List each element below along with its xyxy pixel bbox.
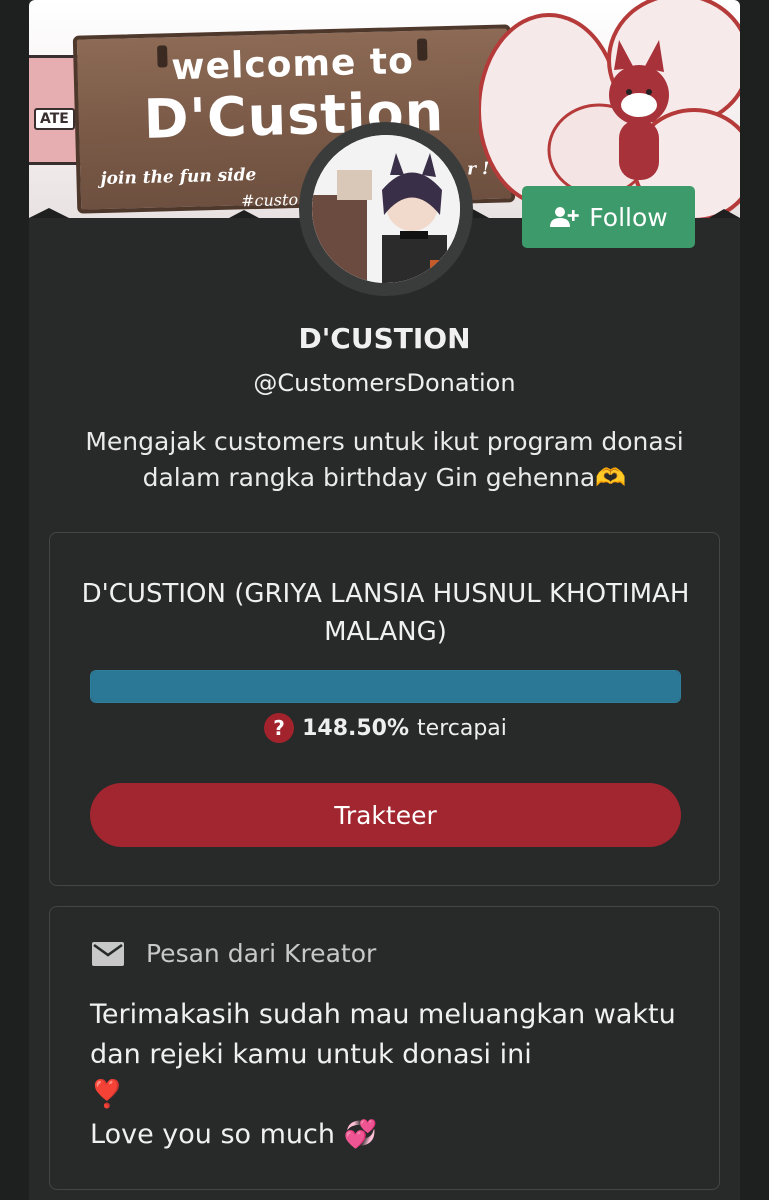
trakteer-button[interactable]: Trakteer <box>90 783 681 847</box>
banner-brand-text: D'Custion <box>142 80 445 151</box>
profile-bio: Mengajak customers untuk ikut program do… <box>85 427 684 492</box>
goal-progress-suffix: tercapai <box>417 715 507 741</box>
goal-progress-status: ? 148.50% tercapai <box>50 713 721 743</box>
goal-progress-percent: 148.50% <box>302 715 410 741</box>
creator-message-card: Pesan dari Kreator Terimakasih sudah mau… <box>49 906 720 1190</box>
creator-page: ATE welcome to D'Custion join the fun si… <box>29 0 740 1200</box>
profile-name: D'CUSTION <box>298 322 471 355</box>
banner-tagline-start: join the fun side <box>100 165 257 190</box>
profile-avatar[interactable] <box>299 122 473 296</box>
goal-title: D'CUSTION (GRIYA LANSIA HUSNUL KHOTIMAH … <box>81 579 690 647</box>
message-body: Terimakasih sudah mau meluangkan waktu d… <box>90 999 676 1150</box>
person-add-icon <box>550 207 579 227</box>
avatar-illustration <box>312 135 460 283</box>
message-header: Pesan dari Kreator <box>92 939 376 968</box>
follow-button[interactable]: Follow <box>522 186 695 248</box>
donation-box-label: ATE <box>34 108 75 130</box>
message-header-label: Pesan dari Kreator <box>146 939 377 968</box>
goal-progress-bar <box>90 670 681 703</box>
question-icon[interactable]: ? <box>264 713 295 743</box>
donation-goal-card: D'CUSTION (GRIYA LANSIA HUSNUL KHOTIMAH … <box>49 532 720 886</box>
avatar-image <box>312 135 460 283</box>
goal-progress-fill <box>91 671 680 702</box>
profile-handle: @CustomersDonation <box>253 369 516 397</box>
follow-label: Follow <box>589 202 668 232</box>
mail-icon <box>92 941 124 966</box>
